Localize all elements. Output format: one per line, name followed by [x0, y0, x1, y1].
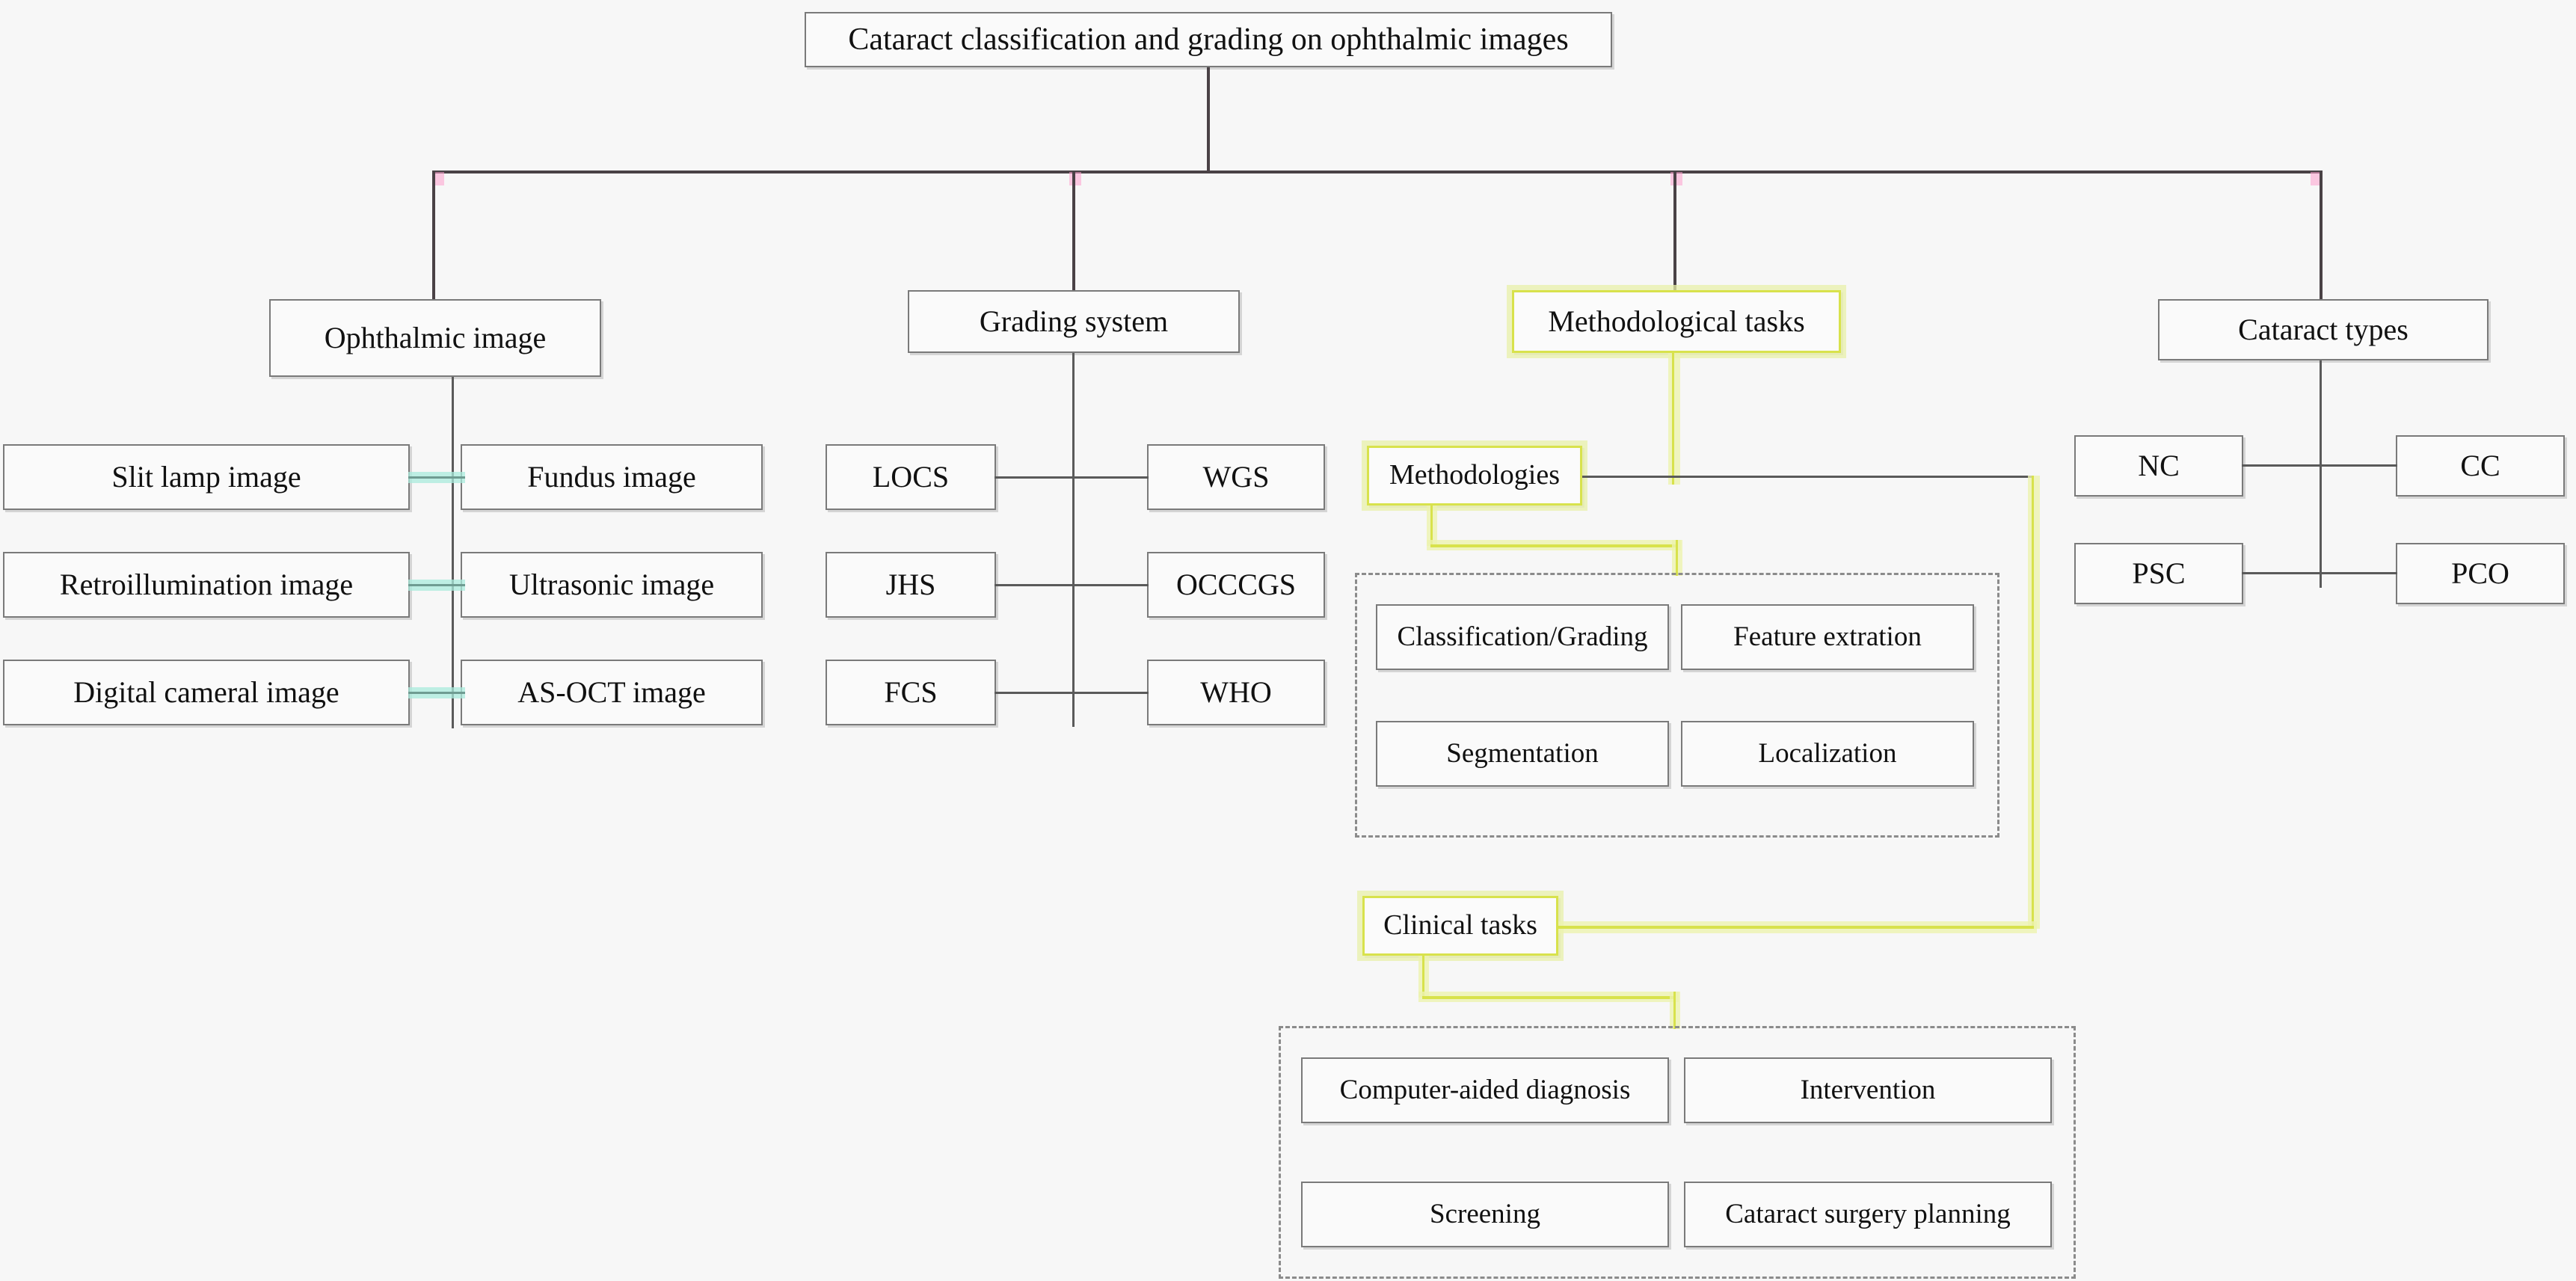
node-label: CC [2460, 449, 2500, 482]
grading-connector-row2 [995, 584, 1149, 586]
methodological-spine [1672, 353, 1674, 485]
diagram-canvas: Cataract classification and grading on o… [0, 0, 2576, 1281]
teal-connector-row1 [408, 476, 465, 479]
teal-connector-row3 [408, 692, 465, 694]
branch-head-label: Grading system [979, 304, 1169, 338]
node-label: AS-OCT image [517, 675, 706, 709]
node-label: WGS [1202, 460, 1270, 494]
drop-methodological [1673, 171, 1676, 290]
node-label: Cataract surgery planning [1725, 1198, 2011, 1229]
node-occcgs: OCCCGS [1147, 552, 1325, 618]
node-label: Segmentation [1446, 737, 1599, 769]
node-segmentation: Segmentation [1376, 721, 1669, 787]
clinical-across [1422, 996, 1675, 999]
node-label: Digital cameral image [73, 675, 339, 709]
clinical-into-group [1673, 992, 1676, 1029]
node-localization: Localization [1681, 721, 1974, 787]
root-node: Cataract classification and grading on o… [805, 12, 1612, 67]
clinical-right-run [1558, 926, 2034, 929]
root-node-label: Cataract classification and grading on o… [848, 22, 1569, 57]
node-pco: PCO [2396, 543, 2565, 604]
cataract-connector-row1 [2242, 464, 2397, 467]
right-riser [2032, 476, 2034, 929]
node-locs: LOCS [826, 444, 996, 510]
branch-head-methodological-tasks: Methodological tasks [1512, 290, 1841, 353]
node-label: Computer-aided diagnosis [1339, 1074, 1631, 1105]
node-label: Methodologies [1389, 459, 1560, 491]
methodologies-across [1430, 544, 1677, 547]
node-intervention: Intervention [1684, 1057, 2052, 1123]
branch-head-label: Methodological tasks [1548, 304, 1805, 338]
node-label: Intervention [1800, 1074, 1936, 1105]
node-label: Slit lamp image [111, 460, 301, 494]
node-label: WHO [1200, 675, 1272, 709]
node-label: Clinical tasks [1383, 909, 1537, 941]
node-psc: PSC [2074, 543, 2243, 604]
right-riser-glow [2028, 476, 2040, 929]
node-classification-grading: Classification/Grading [1376, 604, 1669, 670]
methodologies-into-group [1676, 540, 1678, 576]
node-label: PSC [2132, 556, 2186, 590]
methodological-spine-glow [1668, 353, 1680, 485]
bus-corner-accent-mid1 [1069, 172, 1081, 185]
node-cataract-surgery-planning: Cataract surgery planning [1684, 1182, 2052, 1247]
branch-head-label: Ophthalmic image [324, 321, 547, 354]
bus-corner-accent-mid2 [1670, 172, 1682, 185]
cataract-connector-row2 [2242, 572, 2397, 574]
teal-connector-row2 [408, 584, 465, 586]
node-nc: NC [2074, 435, 2243, 497]
drop-cataract-types [2320, 171, 2323, 299]
node-computer-aided-diagnosis: Computer-aided diagnosis [1301, 1057, 1669, 1123]
node-wgs: WGS [1147, 444, 1325, 510]
node-feature-extration: Feature extration [1681, 604, 1974, 670]
drop-ophthalmic [432, 171, 435, 299]
node-label: FCS [884, 675, 938, 709]
grading-connector-row1 [995, 476, 1149, 479]
branch-head-cataract-types: Cataract types [2158, 299, 2489, 360]
node-clinical-tasks: Clinical tasks [1362, 896, 1558, 956]
node-label: Localization [1758, 737, 1897, 769]
node-label: NC [2138, 449, 2180, 482]
spine-ophthalmic [452, 377, 454, 728]
node-label: Retroillumination image [59, 568, 354, 601]
node-digital-cameral-image: Digital cameral image [3, 660, 410, 725]
node-ultrasonic-image: Ultrasonic image [461, 552, 763, 618]
spine-cataract-types [2320, 360, 2322, 588]
node-methodologies: Methodologies [1367, 446, 1582, 506]
node-who: WHO [1147, 660, 1325, 725]
node-label: Screening [1430, 1198, 1540, 1229]
spine-grading [1072, 353, 1075, 727]
root-stem [1207, 67, 1210, 172]
node-label: Fundus image [527, 460, 696, 494]
main-bus-line [432, 171, 2323, 173]
node-fcs: FCS [826, 660, 996, 725]
grading-connector-row3 [995, 692, 1149, 694]
node-fundus-image: Fundus image [461, 444, 763, 510]
node-screening: Screening [1301, 1182, 1669, 1247]
branch-head-grading-system: Grading system [908, 290, 1240, 353]
node-label: Feature extration [1733, 621, 1922, 652]
branch-head-label: Cataract types [2238, 313, 2409, 346]
node-label: PCO [2451, 556, 2509, 590]
branch-head-ophthalmic-image: Ophthalmic image [269, 299, 601, 377]
node-cc: CC [2396, 435, 2565, 497]
drop-grading [1072, 171, 1075, 290]
node-label: OCCCGS [1175, 568, 1297, 601]
node-jhs: JHS [826, 552, 996, 618]
node-label: Classification/Grading [1397, 621, 1648, 652]
node-retroillumination-image: Retroillumination image [3, 552, 410, 618]
node-slit-lamp-image: Slit lamp image [3, 444, 410, 510]
methodologies-right-run [1582, 476, 2032, 478]
node-label: JHS [885, 568, 936, 601]
node-as-oct-image: AS-OCT image [461, 660, 763, 725]
node-label: LOCS [872, 460, 950, 494]
node-label: Ultrasonic image [508, 568, 715, 601]
